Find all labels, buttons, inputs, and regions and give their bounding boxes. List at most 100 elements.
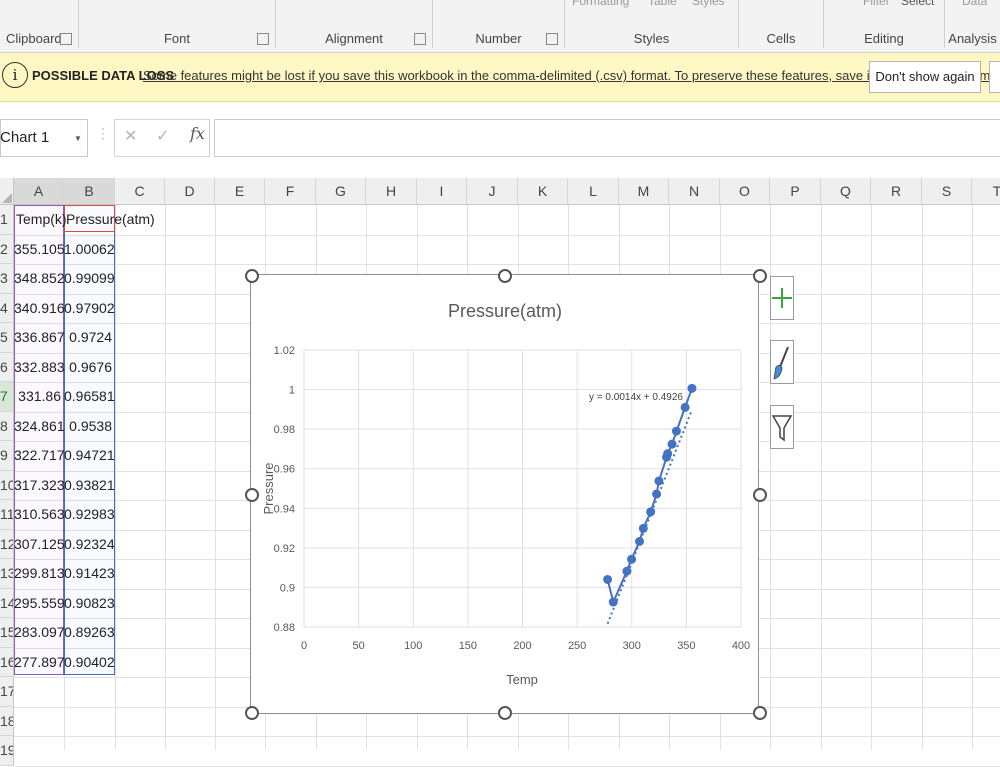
- row-header[interactable]: 19: [0, 736, 14, 766]
- column-header[interactable]: R: [871, 178, 922, 205]
- cell-pressure[interactable]: 0.9724: [64, 323, 112, 352]
- cell-pressure[interactable]: 0.91423: [64, 559, 115, 588]
- column-header[interactable]: E: [215, 178, 265, 205]
- ribbon-group-font: Font: [79, 0, 275, 52]
- cell-temp[interactable]: 322.717: [14, 441, 65, 470]
- cell-pressure[interactable]: 0.89263: [64, 618, 115, 647]
- resize-handle[interactable]: [753, 706, 767, 720]
- row-header[interactable]: 1: [0, 205, 14, 235]
- cell-pressure[interactable]: 0.93821: [64, 471, 115, 500]
- row-header[interactable]: 17: [0, 677, 14, 707]
- row-header[interactable]: 7: [0, 382, 14, 412]
- column-header[interactable]: O: [720, 178, 770, 205]
- cell-pressure[interactable]: 0.99099: [64, 264, 115, 293]
- dialog-launcher-icon[interactable]: [546, 33, 558, 45]
- column-header[interactable]: N: [669, 178, 720, 205]
- row-header[interactable]: 8: [0, 411, 14, 441]
- chart-plot: 0.88 0.9 0.92 0.94 0.96 0.98 1 1.02 0 50 100 150 200…: [261, 301, 750, 687]
- row-header[interactable]: 4: [0, 293, 14, 323]
- dialog-launcher-icon[interactable]: [257, 33, 269, 45]
- cell-pressure[interactable]: 0.94721: [64, 441, 115, 470]
- cancel-icon[interactable]: ✕: [124, 126, 137, 146]
- cell-pressure[interactable]: 0.92324: [64, 530, 115, 559]
- cell-pressure[interactable]: 0.9538: [64, 412, 112, 441]
- resize-handle[interactable]: [245, 706, 259, 720]
- column-header[interactable]: L: [568, 178, 619, 205]
- cell-temp[interactable]: 355.105: [14, 235, 65, 264]
- row-header[interactable]: 6: [0, 352, 14, 382]
- column-header[interactable]: K: [518, 178, 568, 205]
- row-header[interactable]: 11: [0, 500, 14, 530]
- cell-temp[interactable]: 295.559: [14, 589, 65, 618]
- chevron-down-icon[interactable]: ▼: [74, 134, 82, 143]
- cell-pressure[interactable]: 1.00062: [64, 235, 115, 264]
- dialog-launcher-icon[interactable]: [60, 33, 72, 45]
- x-tick-label: 350: [677, 640, 695, 652]
- column-header[interactable]: B: [64, 178, 115, 205]
- cell-pressure[interactable]: 0.90823: [64, 589, 115, 618]
- resize-handle[interactable]: [753, 488, 767, 502]
- insert-function-icon[interactable]: fx: [190, 124, 205, 143]
- save-as-button[interactable]: [989, 61, 1000, 93]
- cell-pressure[interactable]: 0.90402: [64, 648, 115, 677]
- header-cell-pressure[interactable]: Pressure(atm): [66, 205, 155, 234]
- cell-temp[interactable]: 332.883: [14, 353, 65, 382]
- row-header[interactable]: 14: [0, 588, 14, 618]
- cell-temp[interactable]: 324.861: [14, 412, 65, 441]
- column-header[interactable]: D: [165, 178, 215, 205]
- select-all-corner[interactable]: [0, 178, 14, 205]
- row-header[interactable]: 18: [0, 706, 14, 736]
- header-cell-temp[interactable]: Temp(k): [16, 205, 67, 234]
- row-header[interactable]: 12: [0, 529, 14, 559]
- cell-temp[interactable]: 277.897: [14, 648, 65, 677]
- column-header[interactable]: M: [619, 178, 669, 205]
- cell-temp[interactable]: 310.563: [14, 500, 65, 529]
- dialog-launcher-icon[interactable]: [414, 33, 426, 45]
- row-header[interactable]: 15: [0, 618, 14, 648]
- x-tick-label: 250: [568, 640, 586, 652]
- cell-pressure[interactable]: 0.92983: [64, 500, 115, 529]
- resize-handle[interactable]: [245, 269, 259, 283]
- resize-handle[interactable]: [498, 706, 512, 720]
- column-header[interactable]: A: [14, 178, 64, 205]
- chart-styles-button[interactable]: [770, 340, 794, 384]
- resize-handle[interactable]: [753, 269, 767, 283]
- x-tick-label: 0: [301, 640, 307, 652]
- row-header[interactable]: 2: [0, 234, 14, 264]
- resize-handle[interactable]: [245, 488, 259, 502]
- cell-temp[interactable]: 317.323: [14, 471, 65, 500]
- cell-temp[interactable]: 348.852: [14, 264, 65, 293]
- cell-temp[interactable]: 299.813: [14, 559, 65, 588]
- row-header[interactable]: 9: [0, 441, 14, 471]
- cell-pressure[interactable]: 0.9676: [64, 353, 112, 382]
- cell-pressure[interactable]: 0.96581: [64, 382, 115, 411]
- dont-show-again-button[interactable]: Don't show again: [869, 61, 981, 93]
- cell-temp[interactable]: 336.867: [14, 323, 65, 352]
- chart[interactable]: 0.88 0.9 0.92 0.94 0.96 0.98 1 1.02 0 50 100 150 200…: [250, 274, 759, 714]
- column-header[interactable]: T: [972, 178, 1000, 205]
- column-header[interactable]: Q: [821, 178, 871, 205]
- cell-pressure[interactable]: 0.97902: [64, 294, 115, 323]
- row-header[interactable]: 3: [0, 264, 14, 294]
- cell-temp[interactable]: 340.916: [14, 294, 65, 323]
- chart-elements-button[interactable]: [770, 276, 794, 320]
- column-header[interactable]: C: [115, 178, 165, 205]
- chart-filters-button[interactable]: [770, 405, 794, 449]
- row-header[interactable]: 13: [0, 559, 14, 589]
- cell-temp[interactable]: 283.097: [14, 618, 65, 647]
- column-header[interactable]: H: [366, 178, 417, 205]
- cell-temp[interactable]: 331.86: [14, 382, 61, 411]
- row-header[interactable]: 5: [0, 323, 14, 353]
- formula-input[interactable]: [214, 119, 1000, 157]
- row-header[interactable]: 16: [0, 647, 14, 677]
- column-header[interactable]: G: [316, 178, 366, 205]
- column-header[interactable]: J: [467, 178, 518, 205]
- cell-temp[interactable]: 307.125: [14, 530, 65, 559]
- column-header[interactable]: F: [265, 178, 316, 205]
- column-header[interactable]: I: [417, 178, 467, 205]
- enter-icon[interactable]: ✓: [156, 126, 169, 146]
- column-header[interactable]: S: [922, 178, 972, 205]
- resize-handle[interactable]: [498, 269, 512, 283]
- row-header[interactable]: 10: [0, 470, 14, 500]
- column-header[interactable]: P: [770, 178, 821, 205]
